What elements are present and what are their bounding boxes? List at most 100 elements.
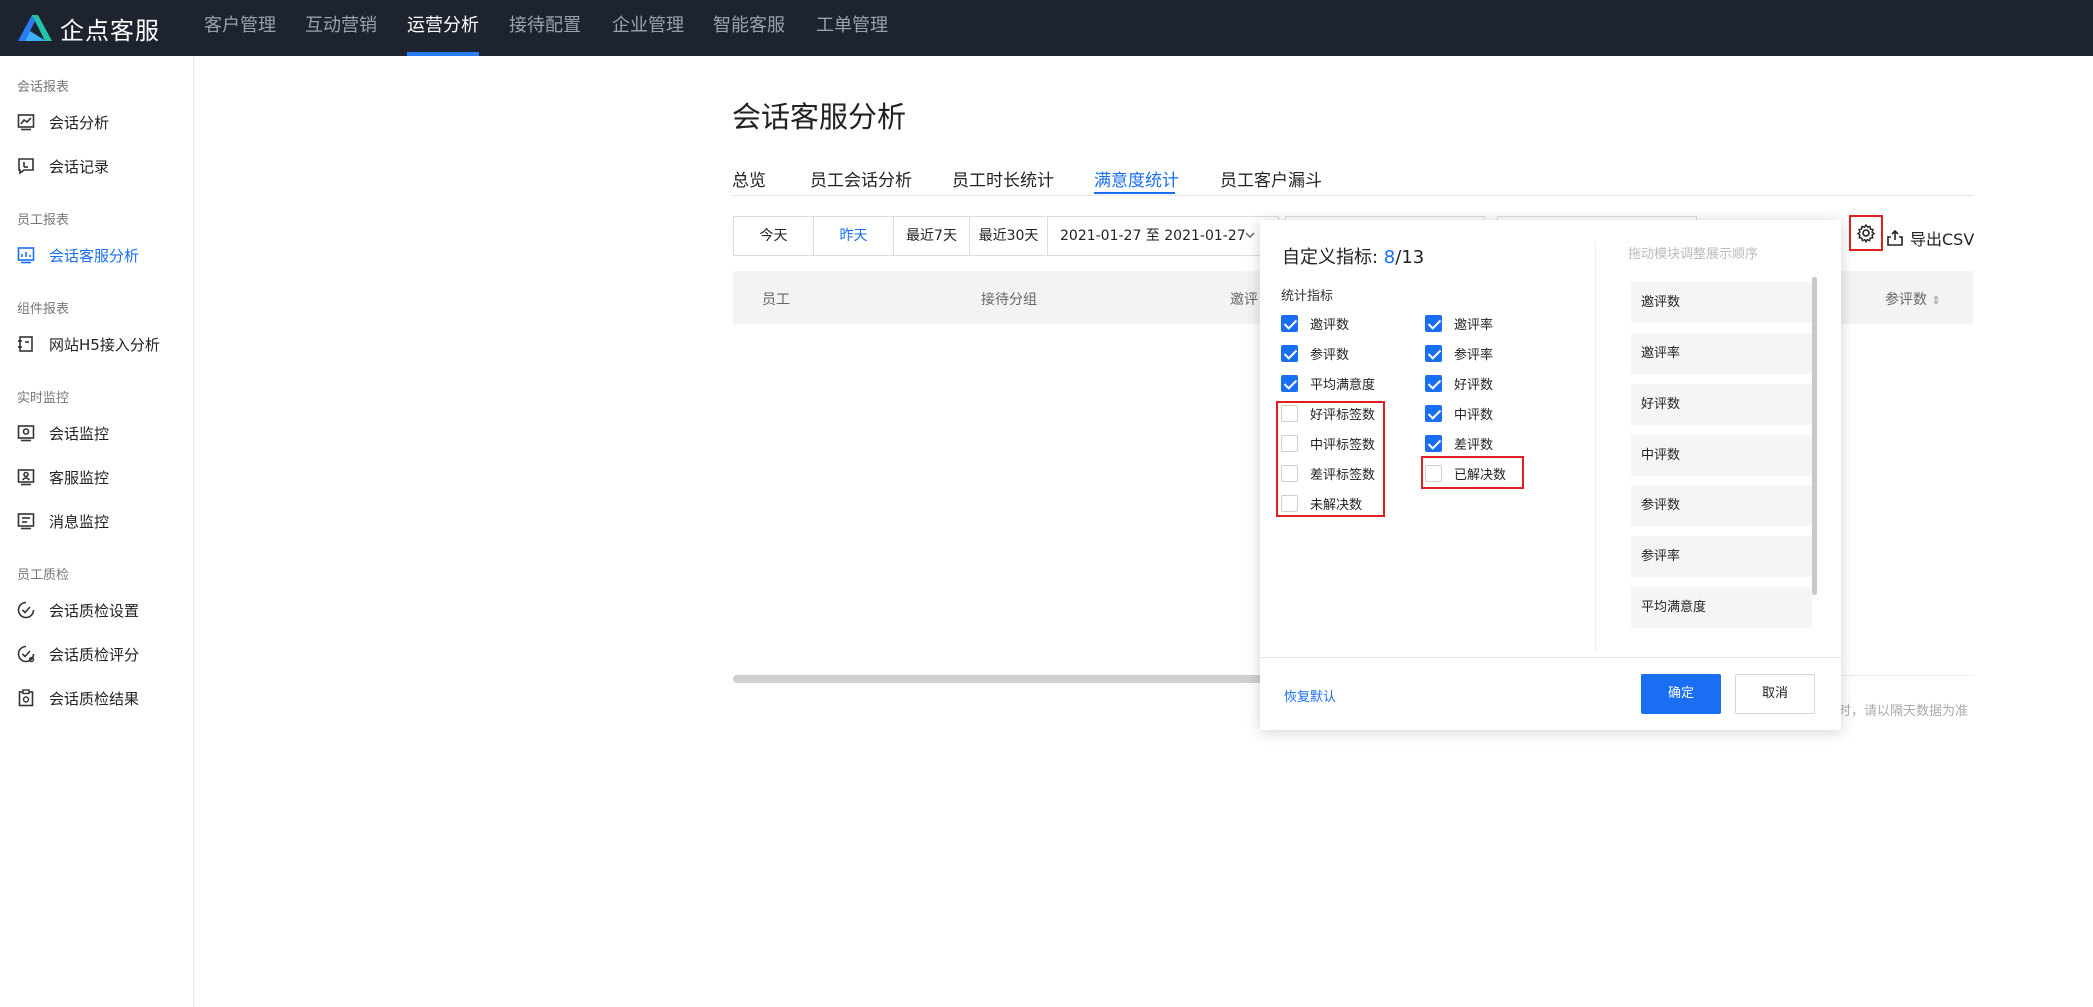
- export-csv-button[interactable]: 导出CSV: [1886, 226, 1974, 250]
- metric-label: 参评数: [1310, 347, 1350, 363]
- checkbox-checked: [1281, 314, 1298, 332]
- metric-checkbox[interactable]: 中评数: [1425, 403, 1493, 423]
- metric-label: 参评率: [1454, 347, 1494, 363]
- tab-staff-duration[interactable]: 员工时长统计: [952, 166, 1054, 191]
- sidebar-item-session-analysis[interactable]: 会话分析: [17, 110, 109, 134]
- metric-checkbox[interactable]: 平均满意度: [1281, 373, 1375, 393]
- checkbox-checked: [1425, 434, 1442, 452]
- qc-settings-icon: [17, 601, 35, 619]
- h5-icon: [18, 336, 33, 352]
- draggable-metric-item[interactable]: 参评率: [1631, 536, 1812, 577]
- metric-label: 好评数: [1454, 377, 1494, 393]
- table-bottom-border: [1840, 675, 1973, 676]
- col-header-label: 参评数: [1885, 292, 1927, 308]
- sort-icon: ⇕: [1931, 294, 1941, 307]
- sidebar-item-agent-monitor[interactable]: 客服监控: [17, 465, 109, 489]
- logo-text: 企点客服: [60, 16, 160, 45]
- sidebar-item-session-records[interactable]: 会话记录: [17, 154, 109, 178]
- top-navbar: 企点客服 客户管理 互动营销 运营分析 接待配置 企业管理 智能客服 工单管理: [0, 0, 2093, 56]
- metric-label: 差评数: [1454, 437, 1494, 453]
- date-yesterday-button[interactable]: 昨天: [814, 217, 894, 255]
- export-icon: [1887, 229, 1903, 246]
- nav-reception-config[interactable]: 接待配置: [509, 0, 581, 56]
- draggable-metric-item[interactable]: 平均满意度: [1631, 587, 1812, 628]
- drag-hint-text: 拖动模块调整展示顺序: [1628, 247, 1759, 262]
- sidebar-item-message-monitor[interactable]: 消息监控: [17, 509, 109, 533]
- sidebar-item-label: 会话监控: [49, 424, 110, 443]
- agent-monitor-icon: [17, 469, 35, 486]
- nav-enterprise-management[interactable]: 企业管理: [612, 0, 684, 56]
- sidebar-item-label: 会话客服分析: [49, 246, 140, 265]
- metric-label: 邀评率: [1454, 317, 1494, 333]
- sidebar-group-realtime-monitor: 实时监控: [17, 391, 70, 406]
- sidebar-item-session-monitor[interactable]: 会话监控: [17, 421, 109, 445]
- metric-checkbox[interactable]: 邀评数: [1281, 313, 1349, 333]
- date-last30-button[interactable]: 最近30天: [970, 217, 1048, 255]
- sidebar-item-label: 会话质检评分: [49, 645, 140, 664]
- nav-customer-management[interactable]: 客户管理: [204, 0, 276, 56]
- date-range-value: 2021-01-27 至 2021-01-27: [1060, 228, 1246, 244]
- order-list-scrollbar[interactable]: [1812, 277, 1817, 595]
- highlight-box-left: [1276, 401, 1385, 517]
- nav-smart-service[interactable]: 智能客服: [713, 0, 785, 56]
- sidebar-item-agent-analysis[interactable]: 会话客服分析: [17, 243, 139, 267]
- sidebar-item-label: 会话质检结果: [49, 689, 140, 708]
- popup-footer-divider: [1260, 657, 1841, 658]
- date-last7-button[interactable]: 最近7天: [894, 217, 970, 255]
- restore-default-link[interactable]: 恢复默认: [1284, 686, 1336, 705]
- metric-checkbox[interactable]: 参评率: [1425, 343, 1493, 363]
- metric-label: 平均满意度: [1310, 377, 1376, 393]
- custom-metrics-popup: 自定义指标: 8/13 统计指标 邀评数 参评数 平均满意度 好评标签数 中评标…: [1260, 220, 1841, 730]
- metric-checkbox[interactable]: 好评数: [1425, 373, 1493, 393]
- monitor-icon: [17, 425, 35, 442]
- col-header-invite: 邀评: [1230, 292, 1258, 308]
- tab-staff-funnel[interactable]: 员工客户漏斗: [1220, 166, 1322, 191]
- sidebar-group-component-reports: 组件报表: [17, 302, 70, 317]
- logo[interactable]: 企点客服: [16, 10, 160, 46]
- draggable-metric-item[interactable]: 好评数: [1631, 384, 1812, 425]
- popup-title: 自定义指标: 8/13: [1282, 243, 1424, 269]
- metric-checkbox[interactable]: 差评数: [1425, 433, 1493, 453]
- sidebar-item-qc-score[interactable]: 会话质检评分: [17, 642, 139, 666]
- tabs-divider: [732, 195, 1974, 196]
- data-footnote: 时，请以隔天数据为准: [1838, 704, 1969, 719]
- date-range-picker[interactable]: 2021-01-27 至 2021-01-27: [1048, 217, 1278, 255]
- page-title: 会话客服分析: [732, 100, 907, 134]
- table-horizontal-scrollbar[interactable]: [733, 675, 1313, 683]
- metric-checkbox[interactable]: 邀评率: [1425, 313, 1493, 333]
- checkbox-checked: [1281, 374, 1298, 392]
- sidebar-group-session-reports: 会话报表: [17, 80, 70, 95]
- tab-staff-session-analysis[interactable]: 员工会话分析: [810, 166, 912, 191]
- qc-score-icon: [17, 645, 35, 663]
- col-header-group: 接待分组: [981, 292, 1037, 308]
- checkbox-checked: [1425, 314, 1442, 332]
- date-today-button[interactable]: 今天: [734, 217, 814, 255]
- sidebar-item-qc-result[interactable]: 会话质检结果: [17, 686, 139, 710]
- tab-satisfaction[interactable]: 满意度统计: [1094, 166, 1179, 191]
- sidebar-item-label: 会话记录: [49, 157, 110, 176]
- nav-interactive-marketing[interactable]: 互动营销: [305, 0, 377, 56]
- draggable-metric-item[interactable]: 邀评率: [1631, 333, 1812, 374]
- draggable-metric-item[interactable]: 参评数: [1631, 485, 1812, 526]
- active-tab-indicator: [1094, 192, 1175, 194]
- tab-overview[interactable]: 总览: [732, 166, 766, 191]
- popup-title-prefix: 自定义指标:: [1282, 247, 1384, 268]
- col-header-participated[interactable]: 参评数 ⇕: [1885, 289, 1941, 309]
- nav-ticket-management[interactable]: 工单管理: [816, 0, 888, 56]
- cancel-button[interactable]: 取消: [1735, 674, 1815, 714]
- confirm-button[interactable]: 确定: [1641, 674, 1721, 714]
- export-label: 导出CSV: [1910, 230, 1975, 249]
- nav-operations-analysis[interactable]: 运营分析: [407, 0, 479, 56]
- draggable-metric-item[interactable]: 中评数: [1631, 435, 1812, 476]
- settings-button[interactable]: [1849, 215, 1883, 251]
- checkbox-checked: [1425, 404, 1442, 422]
- popup-divider: [1595, 242, 1596, 652]
- sidebar-item-h5-analysis[interactable]: 网站H5接入分析: [17, 332, 160, 356]
- sidebar-item-qc-settings[interactable]: 会话质检设置: [17, 598, 139, 622]
- metrics-section-label: 统计指标: [1281, 289, 1334, 304]
- sidebar-item-label: 会话质检设置: [49, 601, 140, 620]
- metric-checkbox[interactable]: 参评数: [1281, 343, 1349, 363]
- draggable-metric-item[interactable]: 邀评数: [1631, 282, 1812, 323]
- gear-icon: [1856, 223, 1876, 243]
- sidebar-item-label: 网站H5接入分析: [49, 335, 160, 354]
